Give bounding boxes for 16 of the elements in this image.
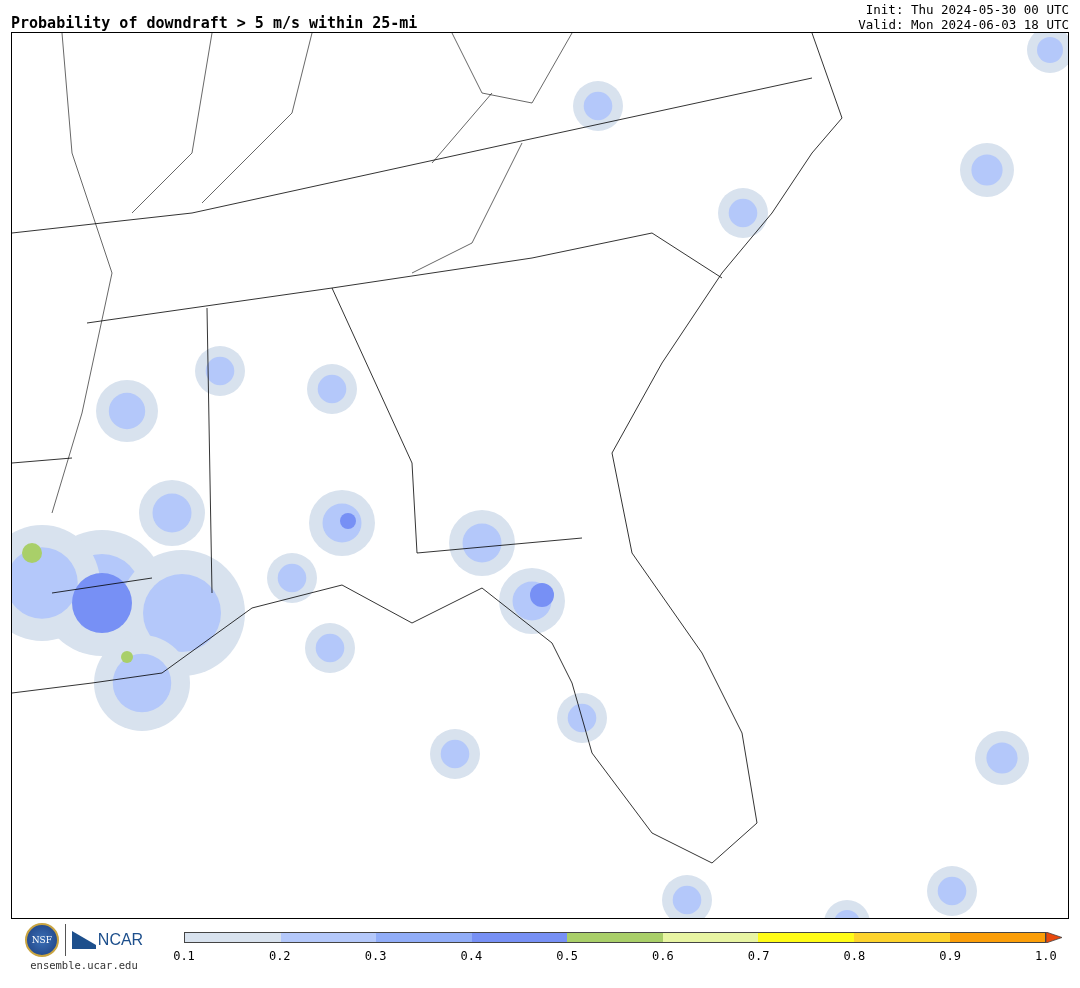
tick-label: 0.8 [842, 949, 867, 963]
tick-label: 0.9 [938, 949, 962, 963]
tick-label: 0.4 [459, 949, 484, 963]
ncar-logo: NCAR [71, 931, 144, 949]
init-time: Init: Thu 2024-05-30 00 UTC [865, 2, 1069, 17]
tick-label: 0.3 [363, 949, 388, 963]
tick-label: 1.0 [1034, 949, 1058, 963]
chart-title: Probability of downdraft > 5 m/s within 25-mi [11, 14, 418, 32]
valid-time: Valid: Mon 2024-06-03 18 UTC [858, 17, 1069, 32]
site-url: ensemble.ucar.edu [30, 959, 138, 971]
tick-label: 0.7 [746, 949, 771, 963]
tick-label: 0.1 [172, 949, 196, 963]
nsf-logo: NSF [24, 923, 59, 957]
tick-label: 0.2 [267, 949, 292, 963]
tick-label: 0.6 [651, 949, 675, 963]
tick-label: 0.5 [555, 949, 579, 963]
